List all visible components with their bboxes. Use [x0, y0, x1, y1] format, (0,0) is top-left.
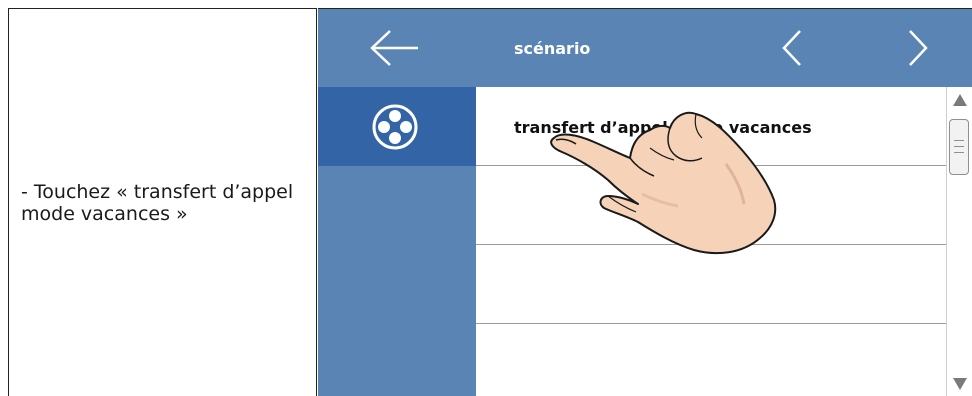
chevron-left-icon — [782, 30, 801, 66]
instruction-text: - Touchez « transfert d’appel mode vacan… — [21, 181, 294, 225]
device-screen: scénario transfert d’appel mode vacances — [318, 8, 972, 396]
sidebar-item-scenario[interactable] — [318, 87, 476, 166]
scenario-list: transfert d’appel mode vacances — [476, 87, 946, 396]
next-button[interactable] — [898, 25, 938, 71]
grip-line — [954, 140, 964, 141]
scrollbar-thumb[interactable] — [949, 119, 969, 175]
arrow-left-icon — [370, 30, 418, 66]
page-title: scénario — [514, 39, 591, 58]
grip-line — [954, 146, 964, 147]
scrollbar[interactable] — [946, 87, 972, 396]
grip-line — [954, 152, 964, 153]
instruction-panel: - Touchez « transfert d’appel mode vacan… — [8, 8, 317, 396]
list-item[interactable]: transfert d’appel mode vacances — [476, 87, 946, 166]
chevron-right-icon — [909, 30, 928, 66]
sidebar — [318, 87, 476, 396]
list-item[interactable] — [476, 245, 946, 324]
previous-button[interactable] — [772, 25, 812, 71]
scenario-icon — [372, 104, 418, 150]
list-item-label: transfert d’appel mode vacances — [514, 118, 812, 137]
list-item[interactable] — [476, 166, 946, 245]
top-bar: scénario — [318, 9, 972, 87]
back-button[interactable] — [366, 27, 428, 69]
scroll-down-arrow-icon[interactable] — [952, 377, 968, 391]
scroll-up-arrow-icon[interactable] — [952, 93, 968, 107]
list-item[interactable] — [476, 324, 946, 396]
